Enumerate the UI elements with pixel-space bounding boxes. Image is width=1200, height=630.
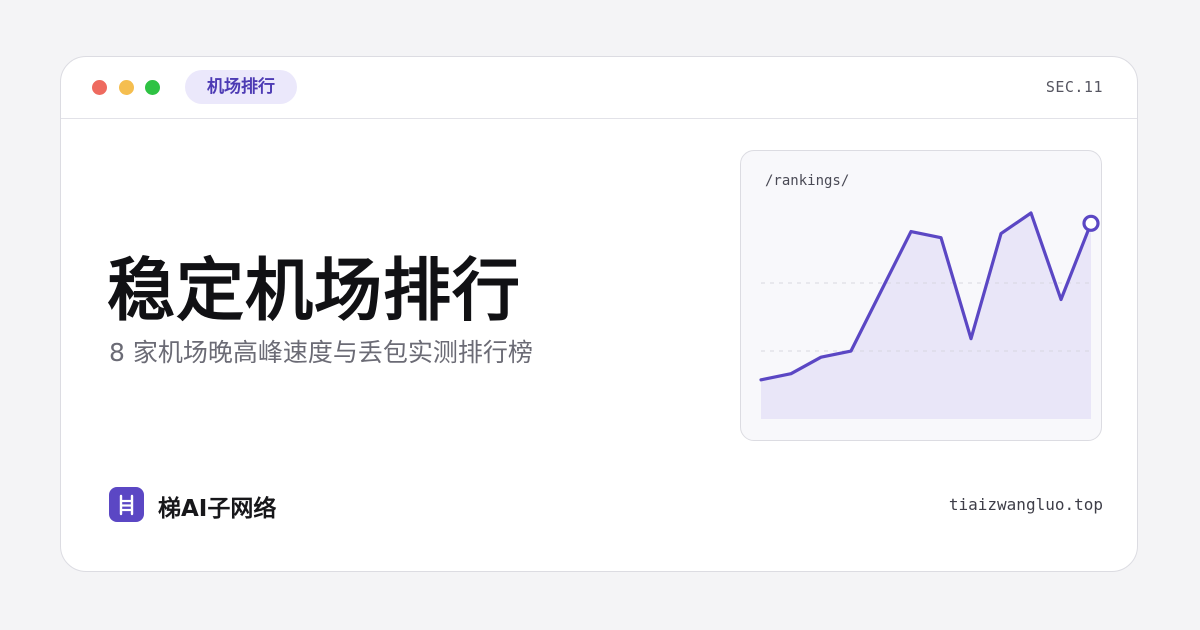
window-minimize-button[interactable] <box>119 80 134 95</box>
site-domain[interactable]: tiaizwangluo.top <box>949 495 1103 514</box>
section-label: SEC.11 <box>1045 78 1103 96</box>
chart-path-label: /rankings/ <box>765 173 850 189</box>
tab-rankings[interactable]: 机场排行 <box>185 70 297 104</box>
share-card: 机场排行 SEC.11 稳定机场排行 8 家机场晚高峰速度与丢包实测排行榜 /r… <box>60 56 1138 572</box>
window-maximize-button[interactable] <box>145 80 160 95</box>
window-titlebar: 机场排行 SEC.11 <box>61 57 1137 119</box>
rankings-chart <box>759 211 1100 419</box>
brand-name: 梯AI子网络 <box>158 496 277 522</box>
rankings-chart-panel: /rankings/ <box>740 150 1102 441</box>
ladder-icon <box>109 487 144 522</box>
window-close-button[interactable] <box>92 80 107 95</box>
chart-end-point <box>1082 214 1100 232</box>
page-subtitle: 8 家机场晚高峰速度与丢包实测排行榜 <box>109 338 533 367</box>
page-title: 稳定机场排行 <box>107 252 522 331</box>
